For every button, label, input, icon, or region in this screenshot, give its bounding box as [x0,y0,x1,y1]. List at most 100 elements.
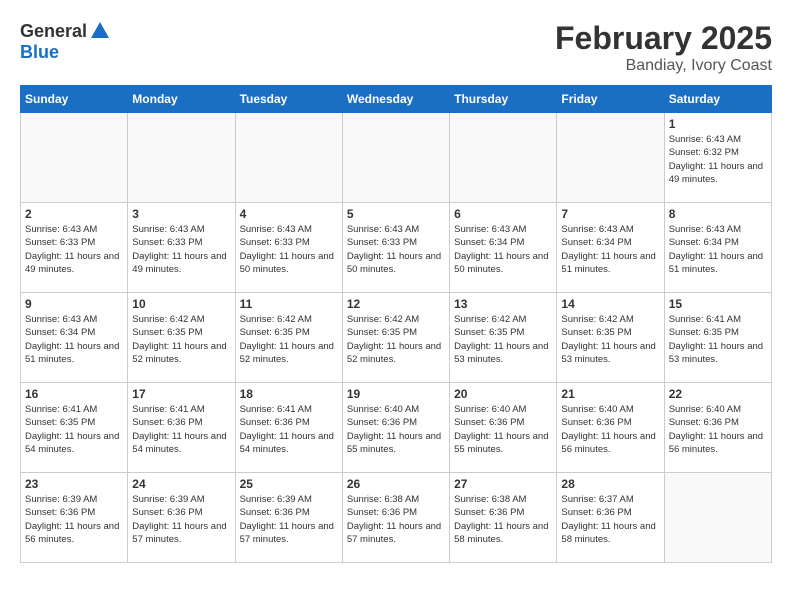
header: General Blue February 2025 Bandiay, Ivor… [20,20,772,75]
day-number: 26 [347,477,445,491]
day-info: Sunrise: 6:43 AMSunset: 6:33 PMDaylight:… [132,223,230,276]
header-tuesday: Tuesday [235,86,342,113]
day-number: 25 [240,477,338,491]
calendar-week-row: 16 Sunrise: 6:41 AMSunset: 6:35 PMDayligh… [21,383,772,473]
day-info: Sunrise: 6:41 AMSunset: 6:36 PMDaylight:… [132,403,230,456]
calendar-subtitle: Bandiay, Ivory Coast [555,57,772,75]
day-number: 18 [240,387,338,401]
calendar-title: February 2025 [555,20,772,57]
table-row: 20 Sunrise: 6:40 AMSunset: 6:36 PMDayligh… [450,383,557,473]
table-row [235,113,342,203]
header-wednesday: Wednesday [342,86,449,113]
day-number: 3 [132,207,230,221]
table-row [342,113,449,203]
day-number: 16 [25,387,123,401]
day-info: Sunrise: 6:43 AMSunset: 6:33 PMDaylight:… [25,223,123,276]
header-monday: Monday [128,86,235,113]
calendar-header-row: Sunday Monday Tuesday Wednesday Thursday… [21,86,772,113]
day-info: Sunrise: 6:42 AMSunset: 6:35 PMDaylight:… [454,313,552,366]
header-friday: Friday [557,86,664,113]
day-number: 9 [25,297,123,311]
day-number: 17 [132,387,230,401]
table-row: 21 Sunrise: 6:40 AMSunset: 6:36 PMDayligh… [557,383,664,473]
logo-general-text: General [20,21,87,42]
day-info: Sunrise: 6:39 AMSunset: 6:36 PMDaylight:… [132,493,230,546]
day-info: Sunrise: 6:43 AMSunset: 6:33 PMDaylight:… [240,223,338,276]
calendar-week-row: 1Sunrise: 6:43 AMSunset: 6:32 PMDaylight… [21,113,772,203]
table-row: 14 Sunrise: 6:42 AMSunset: 6:35 PMDayligh… [557,293,664,383]
table-row: 19 Sunrise: 6:40 AMSunset: 6:36 PMDayligh… [342,383,449,473]
day-number: 7 [561,207,659,221]
day-info: Sunrise: 6:40 AMSunset: 6:36 PMDaylight:… [347,403,445,456]
day-number: 24 [132,477,230,491]
header-thursday: Thursday [450,86,557,113]
table-row: 11 Sunrise: 6:42 AMSunset: 6:35 PMDayligh… [235,293,342,383]
day-info: Sunrise: 6:43 AMSunset: 6:34 PMDaylight:… [25,313,123,366]
table-row: 1Sunrise: 6:43 AMSunset: 6:32 PMDaylight… [664,113,771,203]
table-row: 7 Sunrise: 6:43 AMSunset: 6:34 PMDaylight… [557,203,664,293]
day-number: 15 [669,297,767,311]
header-saturday: Saturday [664,86,771,113]
day-info: Sunrise: 6:38 AMSunset: 6:36 PMDaylight:… [454,493,552,546]
table-row: 22Sunrise: 6:40 AMSunset: 6:36 PMDayligh… [664,383,771,473]
header-sunday: Sunday [21,86,128,113]
table-row [450,113,557,203]
day-info: Sunrise: 6:38 AMSunset: 6:36 PMDaylight:… [347,493,445,546]
table-row: 27 Sunrise: 6:38 AMSunset: 6:36 PMDayligh… [450,473,557,563]
day-info: Sunrise: 6:42 AMSunset: 6:35 PMDaylight:… [240,313,338,366]
table-row: 3 Sunrise: 6:43 AMSunset: 6:33 PMDaylight… [128,203,235,293]
table-row: 28 Sunrise: 6:37 AMSunset: 6:36 PMDayligh… [557,473,664,563]
table-row: 6Sunrise: 6:43 AMSunset: 6:34 PMDaylight… [450,203,557,293]
day-number: 8 [669,207,767,221]
day-info: Sunrise: 6:40 AMSunset: 6:36 PMDaylight:… [454,403,552,456]
day-number: 20 [454,387,552,401]
table-row: 24 Sunrise: 6:39 AMSunset: 6:36 PMDayligh… [128,473,235,563]
day-info: Sunrise: 6:41 AMSunset: 6:35 PMDaylight:… [669,313,767,366]
day-info: Sunrise: 6:39 AMSunset: 6:36 PMDaylight:… [25,493,123,546]
day-number: 27 [454,477,552,491]
day-info: Sunrise: 6:40 AMSunset: 6:36 PMDaylight:… [561,403,659,456]
day-number: 5 [347,207,445,221]
calendar-table: Sunday Monday Tuesday Wednesday Thursday… [20,85,772,563]
day-info: Sunrise: 6:40 AMSunset: 6:36 PMDaylight:… [669,403,767,456]
table-row: 17 Sunrise: 6:41 AMSunset: 6:36 PMDayligh… [128,383,235,473]
day-info: Sunrise: 6:39 AMSunset: 6:36 PMDaylight:… [240,493,338,546]
day-info: Sunrise: 6:43 AMSunset: 6:34 PMDaylight:… [669,223,767,276]
title-area: February 2025 Bandiay, Ivory Coast [555,20,772,75]
table-row [557,113,664,203]
day-number: 19 [347,387,445,401]
table-row: 12 Sunrise: 6:42 AMSunset: 6:35 PMDayligh… [342,293,449,383]
day-number: 1 [669,117,767,131]
day-number: 23 [25,477,123,491]
table-row: 25 Sunrise: 6:39 AMSunset: 6:36 PMDayligh… [235,473,342,563]
table-row: 8 Sunrise: 6:43 AMSunset: 6:34 PMDaylight… [664,203,771,293]
day-info: Sunrise: 6:42 AMSunset: 6:35 PMDaylight:… [132,313,230,366]
day-number: 14 [561,297,659,311]
day-number: 2 [25,207,123,221]
table-row: 16 Sunrise: 6:41 AMSunset: 6:35 PMDayligh… [21,383,128,473]
day-info: Sunrise: 6:41 AMSunset: 6:36 PMDaylight:… [240,403,338,456]
day-info: Sunrise: 6:42 AMSunset: 6:35 PMDaylight:… [561,313,659,366]
table-row: 18 Sunrise: 6:41 AMSunset: 6:36 PMDayligh… [235,383,342,473]
logo-icon [89,20,111,42]
calendar-week-row: 9 Sunrise: 6:43 AMSunset: 6:34 PMDaylight… [21,293,772,383]
day-number: 21 [561,387,659,401]
table-row: 9 Sunrise: 6:43 AMSunset: 6:34 PMDaylight… [21,293,128,383]
day-info: Sunrise: 6:41 AMSunset: 6:35 PMDaylight:… [25,403,123,456]
day-info: Sunrise: 6:42 AMSunset: 6:35 PMDaylight:… [347,313,445,366]
table-row: 5Sunrise: 6:43 AMSunset: 6:33 PMDaylight… [342,203,449,293]
table-row: 26 Sunrise: 6:38 AMSunset: 6:36 PMDayligh… [342,473,449,563]
day-number: 28 [561,477,659,491]
calendar-week-row: 2 Sunrise: 6:43 AMSunset: 6:33 PMDaylight… [21,203,772,293]
table-row: 15 Sunrise: 6:41 AMSunset: 6:35 PMDayligh… [664,293,771,383]
day-info: Sunrise: 6:43 AMSunset: 6:34 PMDaylight:… [561,223,659,276]
day-number: 13 [454,297,552,311]
table-row: 4Sunrise: 6:43 AMSunset: 6:33 PMDaylight… [235,203,342,293]
day-number: 10 [132,297,230,311]
day-info: Sunrise: 6:37 AMSunset: 6:36 PMDaylight:… [561,493,659,546]
table-row [664,473,771,563]
table-row [21,113,128,203]
day-number: 11 [240,297,338,311]
day-number: 12 [347,297,445,311]
logo-blue-text: Blue [20,42,59,62]
